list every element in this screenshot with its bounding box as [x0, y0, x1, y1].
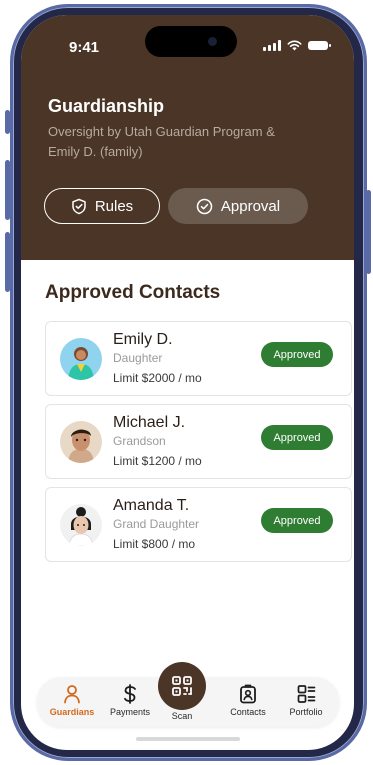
shield-check-icon [72, 198, 86, 214]
contact-relation: Grand Daughter [113, 517, 200, 531]
status-badge: Approved [261, 342, 333, 367]
nav-item-portfolio[interactable]: Portfolio [278, 684, 334, 717]
approval-label: Approval [220, 197, 281, 215]
contact-card-amanda[interactable]: Amanda T. Grand Daughter Limit $800 / mo… [45, 487, 352, 562]
wifi-icon [287, 40, 302, 51]
person-icon [64, 685, 80, 704]
status-badge: Approved [261, 508, 333, 533]
contact-name: Amanda T. [113, 497, 190, 514]
contact-card-emily[interactable]: Emily D. Daughter Limit $2000 / mo Appro… [45, 321, 352, 396]
guardianship-header: 9:41 Guardianship Oversight by Utah Guar… [21, 15, 354, 260]
rules-button[interactable]: Rules [44, 188, 160, 224]
nav-item-guardians[interactable]: Guardians [44, 684, 100, 717]
page-subtitle: Oversight by Utah Guardian Program & Emi… [48, 124, 275, 159]
phone-screen: 9:41 Guardianship Oversight by Utah Guar… [21, 15, 354, 750]
status-icons [263, 40, 331, 51]
contact-name: Emily D. [113, 331, 173, 348]
dollar-icon [124, 684, 136, 704]
avatar [60, 421, 102, 463]
section-title: Approved Contacts [45, 282, 221, 303]
check-circle-icon [196, 198, 213, 214]
side-button [5, 110, 10, 134]
signal-icon [263, 40, 281, 51]
contact-limit: Limit $800 / mo [113, 537, 196, 551]
portfolio-list-icon [297, 685, 315, 703]
contact-card-icon [240, 684, 256, 704]
nav-label: Payments [109, 707, 151, 717]
avatar [60, 504, 102, 546]
contact-limit: Limit $2000 / mo [113, 371, 202, 385]
contact-relation: Grandson [113, 434, 166, 448]
status-badge: Approved [261, 425, 333, 450]
rules-label: Rules [94, 197, 134, 215]
qr-code-icon [172, 676, 192, 696]
status-time: 9:41 [69, 39, 100, 56]
camera-dot [208, 37, 217, 46]
battery-icon [308, 41, 331, 50]
power-button [366, 190, 371, 274]
contact-limit: Limit $1200 / mo [113, 454, 202, 468]
nav-label: Guardians [49, 707, 95, 717]
avatar [60, 338, 102, 380]
volume-up-button [5, 160, 10, 220]
approval-button[interactable]: Approval [168, 188, 308, 224]
contact-name: Michael J. [113, 414, 186, 431]
nav-label: Contacts [230, 707, 266, 717]
home-indicator [136, 737, 240, 741]
volume-down-button [5, 232, 10, 292]
page-title: Guardianship [48, 96, 165, 116]
nav-label: Portfolio [289, 707, 323, 717]
contact-card-michael[interactable]: Michael J. Grandson Limit $1200 / mo App… [45, 404, 352, 479]
nav-item-contacts[interactable]: Contacts [220, 684, 276, 717]
dynamic-island [145, 26, 237, 57]
nav-item-payments[interactable]: Payments [102, 684, 158, 717]
contact-relation: Daughter [113, 351, 163, 365]
scan-button[interactable] [158, 662, 206, 710]
scan-label: Scan [171, 711, 193, 721]
